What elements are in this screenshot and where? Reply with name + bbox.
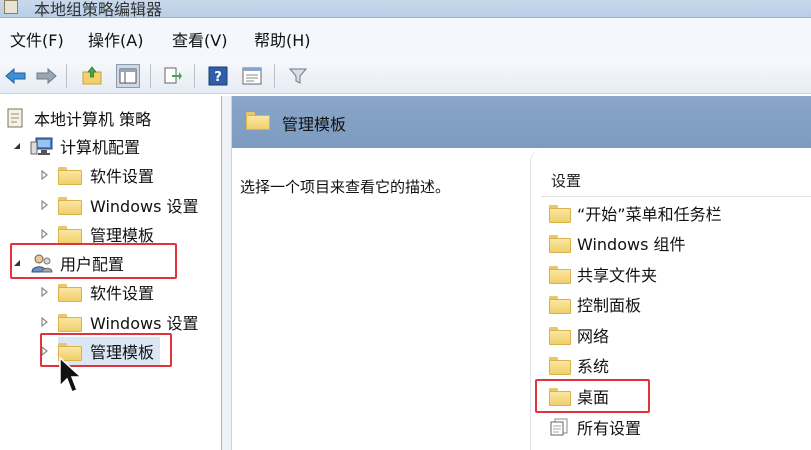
folder-icon	[549, 235, 571, 253]
help-icon[interactable]: ?	[206, 64, 230, 88]
all-settings-icon	[549, 418, 569, 436]
list-item-system[interactable]: 系统	[549, 352, 609, 378]
tree-item-label: 软件设置	[90, 167, 155, 186]
tree-item-local-policy[interactable]: 本地计算机 策略	[6, 104, 151, 132]
folder-icon	[58, 226, 82, 244]
window-title: 本地组策略编辑器	[34, 0, 163, 19]
folder-icon	[549, 205, 571, 223]
column-header-divider	[541, 196, 811, 197]
list-item-network[interactable]: 网络	[549, 322, 609, 348]
highlight-box-desktop	[535, 379, 650, 413]
title-bar: 本地组策略编辑器	[0, 0, 811, 19]
details-header-title: 管理模板	[282, 115, 347, 134]
tree-computer-config-label: 计算机配置	[60, 138, 141, 157]
tree-item-computer-config[interactable]: 计算机配置	[30, 132, 140, 160]
folder-icon	[549, 327, 571, 345]
folder-icon	[58, 197, 82, 215]
folder-icon	[549, 296, 571, 314]
tree-item-label: Windows 设置	[90, 314, 199, 333]
highlight-box-user-config	[10, 243, 177, 279]
filter-icon[interactable]	[286, 64, 310, 88]
folder-icon	[549, 266, 571, 284]
collapsed-arrow-icon[interactable]	[40, 200, 50, 210]
list-item-label: 共享文件夹	[577, 266, 658, 285]
toolbar-separator	[66, 64, 67, 88]
collapsed-arrow-icon[interactable]	[40, 229, 50, 239]
mouse-cursor-icon	[59, 356, 82, 393]
folder-icon	[246, 112, 270, 130]
back-arrow-icon[interactable]	[4, 64, 28, 88]
forward-arrow-icon[interactable]	[34, 64, 58, 88]
toolbar-separator	[194, 64, 195, 88]
folder-icon	[58, 284, 82, 302]
folder-icon	[58, 314, 82, 332]
list-item-label: “开始”菜单和任务栏	[577, 205, 722, 224]
menu-action[interactable]: 操作(A)	[88, 27, 143, 51]
list-item-label: Windows 组件	[577, 235, 686, 254]
description-text: 选择一个项目来查看它的描述。	[240, 178, 451, 196]
pane-splitter[interactable]	[222, 96, 232, 450]
list-item-shared-folders[interactable]: 共享文件夹	[549, 261, 657, 287]
collapsed-arrow-icon[interactable]	[40, 317, 50, 327]
toolbar-separator	[150, 64, 151, 88]
tree-item-computer-software-settings[interactable]: 软件设置	[58, 161, 154, 189]
tree-item-label: 软件设置	[90, 284, 155, 303]
tree-item-user-windows-settings[interactable]: Windows 设置	[58, 308, 199, 336]
expanded-arrow-icon[interactable]	[12, 141, 22, 151]
list-item-windows-components[interactable]: Windows 组件	[549, 230, 686, 256]
list-item-all-settings[interactable]: 所有设置	[549, 414, 641, 440]
menu-bar: 文件(F) 操作(A) 查看(V) 帮助(H)	[0, 18, 811, 58]
computer-icon	[30, 136, 54, 156]
export-list-icon[interactable]	[160, 64, 184, 88]
menu-file[interactable]: 文件(F)	[10, 27, 64, 51]
up-folder-icon[interactable]	[80, 64, 104, 88]
list-item-label: 所有设置	[577, 419, 642, 438]
collapsed-arrow-icon[interactable]	[40, 287, 50, 297]
app-icon	[4, 0, 18, 14]
list-item-start-menu-taskbar[interactable]: “开始”菜单和任务栏	[549, 200, 722, 226]
tree-item-computer-windows-settings[interactable]: Windows 设置	[58, 191, 199, 219]
column-header-settings[interactable]: 设置	[551, 170, 581, 191]
policy-document-icon	[6, 108, 24, 128]
toolbar-separator	[274, 64, 275, 88]
menu-help[interactable]: 帮助(H)	[254, 27, 311, 51]
folder-icon	[58, 167, 82, 185]
svg-text:?: ?	[214, 70, 222, 85]
collapsed-arrow-icon[interactable]	[40, 170, 50, 180]
list-item-label: 网络	[577, 327, 610, 346]
toolbar: ?	[0, 58, 811, 94]
details-header: 管理模板	[232, 96, 811, 148]
tree-item-user-software-settings[interactable]: 软件设置	[58, 278, 154, 306]
folder-icon	[549, 357, 571, 375]
list-item-label: 系统	[577, 357, 610, 376]
tree-root-label: 本地计算机 策略	[34, 110, 152, 129]
properties-icon[interactable]	[240, 64, 264, 88]
menu-view[interactable]: 查看(V)	[172, 27, 227, 51]
tree-item-label: Windows 设置	[90, 197, 199, 216]
show-hide-tree-icon[interactable]	[116, 64, 140, 88]
list-item-label: 控制面板	[577, 296, 642, 315]
list-item-control-panel[interactable]: 控制面板	[549, 291, 641, 317]
